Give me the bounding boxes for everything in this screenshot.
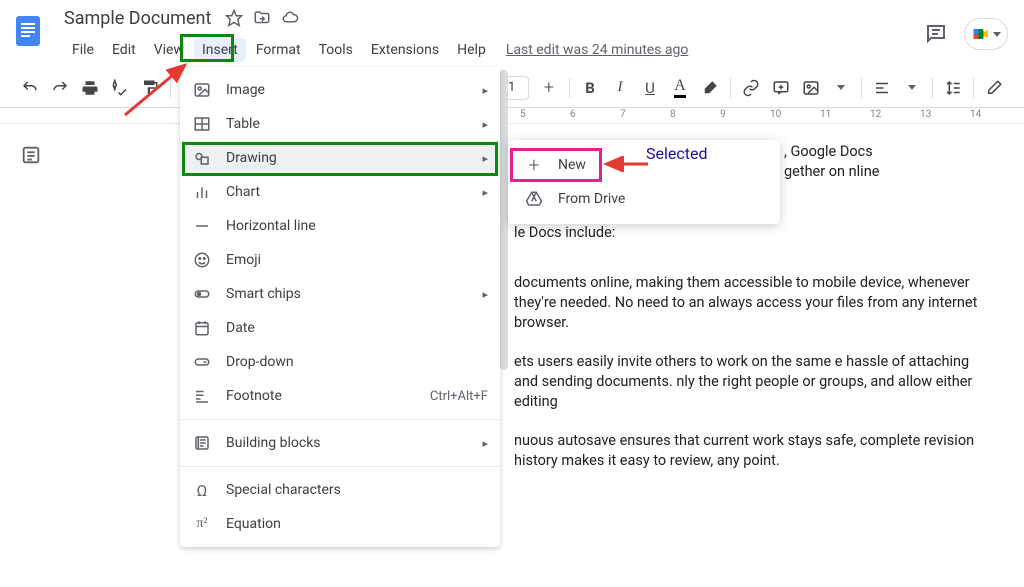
submenu-item-new[interactable]: + New bbox=[508, 148, 780, 182]
menu-item-dropdown[interactable]: Drop-down bbox=[180, 345, 500, 379]
menu-format[interactable]: Format bbox=[248, 38, 309, 62]
font-size-increase[interactable]: + bbox=[535, 74, 563, 102]
chevron-right-icon: ▸ bbox=[482, 288, 488, 301]
align-button[interactable] bbox=[868, 74, 896, 102]
comment-history-icon[interactable] bbox=[924, 22, 948, 46]
italic-button[interactable]: I bbox=[606, 74, 634, 102]
underline-button[interactable]: U bbox=[636, 74, 664, 102]
footnote-icon bbox=[192, 386, 212, 406]
outline-icon[interactable] bbox=[20, 144, 44, 168]
more-toolbar[interactable] bbox=[827, 74, 855, 102]
menu-item-building-blocks[interactable]: Building blocks ▸ bbox=[180, 426, 500, 460]
menu-extensions[interactable]: Extensions bbox=[363, 38, 447, 62]
redo-button[interactable] bbox=[46, 74, 74, 102]
drive-icon bbox=[524, 189, 544, 209]
cloud-status-icon[interactable] bbox=[281, 9, 299, 27]
editing-mode-button[interactable] bbox=[980, 74, 1008, 102]
chevron-right-icon: ▸ bbox=[482, 186, 488, 199]
building-blocks-icon bbox=[192, 433, 212, 453]
chevron-right-icon: ▸ bbox=[482, 118, 488, 131]
horizontal-line-icon bbox=[192, 216, 212, 236]
doc-paragraph: , Google Docs gether on nline bbox=[784, 142, 894, 183]
equation-icon: π² bbox=[192, 514, 212, 534]
menu-edit[interactable]: Edit bbox=[104, 38, 144, 62]
insert-image-button[interactable] bbox=[797, 74, 825, 102]
plus-icon: + bbox=[524, 155, 544, 175]
undo-button[interactable] bbox=[16, 74, 44, 102]
chart-icon bbox=[192, 182, 212, 202]
insert-link-button[interactable] bbox=[737, 74, 765, 102]
menu-item-table[interactable]: Table ▸ bbox=[180, 107, 500, 141]
ruler[interactable]: 5 6 7 8 9 10 11 12 13 14 bbox=[0, 108, 1024, 124]
text-color-button[interactable]: A bbox=[666, 74, 694, 102]
omega-icon: Ω bbox=[192, 480, 212, 500]
chevron-right-icon: ▸ bbox=[482, 84, 488, 97]
smart-chips-icon bbox=[192, 284, 212, 304]
chevron-right-icon: ▸ bbox=[482, 152, 488, 165]
menu-item-horizontal-line[interactable]: Horizontal line bbox=[180, 209, 500, 243]
dropdown-icon bbox=[192, 352, 212, 372]
menu-view[interactable]: View bbox=[146, 38, 192, 62]
doc-paragraph: nuous autosave ensures that current work… bbox=[514, 431, 984, 472]
menu-item-drawing[interactable]: Drawing ▸ bbox=[180, 141, 500, 175]
menu-item-date[interactable]: Date bbox=[180, 311, 500, 345]
drawing-submenu: + New From Drive bbox=[508, 140, 780, 224]
line-spacing-button[interactable] bbox=[939, 74, 967, 102]
menu-tools[interactable]: Tools bbox=[311, 38, 361, 62]
submenu-item-from-drive[interactable]: From Drive bbox=[508, 182, 780, 216]
drawing-icon bbox=[192, 148, 212, 168]
paint-format-button[interactable] bbox=[136, 74, 164, 102]
insert-dropdown-menu: Image ▸ Table ▸ Drawing ▸ Chart ▸ Horizo… bbox=[180, 67, 500, 547]
menu-item-emoji[interactable]: Emoji bbox=[180, 243, 500, 277]
menu-bar: File Edit View Insert Format Tools Exten… bbox=[0, 36, 1024, 64]
menu-help[interactable]: Help bbox=[449, 38, 494, 62]
doc-paragraph: documents online, making them accessible… bbox=[514, 273, 984, 334]
add-comment-button[interactable] bbox=[767, 74, 795, 102]
last-edit-link[interactable]: Last edit was 24 minutes ago bbox=[506, 42, 689, 58]
menu-item-special-characters[interactable]: Ω Special characters bbox=[180, 473, 500, 507]
highlight-button[interactable] bbox=[696, 74, 724, 102]
chevron-right-icon: ▸ bbox=[482, 437, 488, 450]
bold-button[interactable]: B bbox=[576, 74, 604, 102]
menu-item-chart[interactable]: Chart ▸ bbox=[180, 175, 500, 209]
image-icon bbox=[192, 80, 212, 100]
menu-item-image[interactable]: Image ▸ bbox=[180, 73, 500, 107]
emoji-icon bbox=[192, 250, 212, 270]
more-toolbar-2[interactable] bbox=[898, 74, 926, 102]
star-icon[interactable] bbox=[225, 9, 243, 27]
spellcheck-button[interactable] bbox=[106, 74, 134, 102]
menu-scrollbar[interactable] bbox=[500, 70, 508, 580]
menu-item-smart-chips[interactable]: Smart chips ▸ bbox=[180, 277, 500, 311]
menu-item-footnote[interactable]: Footnote Ctrl+Alt+F bbox=[180, 379, 500, 413]
title-row: Sample Document bbox=[0, 0, 1024, 36]
menu-item-equation[interactable]: π² Equation bbox=[180, 507, 500, 541]
move-icon[interactable] bbox=[253, 9, 271, 27]
menu-file[interactable]: File bbox=[64, 38, 102, 62]
calendar-icon bbox=[192, 318, 212, 338]
doc-paragraph: ets users easily invite others to work o… bbox=[514, 352, 994, 413]
toolbar: 11 + B I U A bbox=[0, 68, 1024, 108]
document-title[interactable]: Sample Document bbox=[64, 8, 211, 29]
print-button[interactable] bbox=[76, 74, 104, 102]
table-icon bbox=[192, 114, 212, 134]
docs-logo[interactable] bbox=[8, 10, 48, 50]
doc-paragraph: le Docs include: bbox=[514, 223, 894, 243]
meet-button[interactable] bbox=[964, 18, 1008, 50]
menu-insert[interactable]: Insert bbox=[194, 38, 246, 62]
